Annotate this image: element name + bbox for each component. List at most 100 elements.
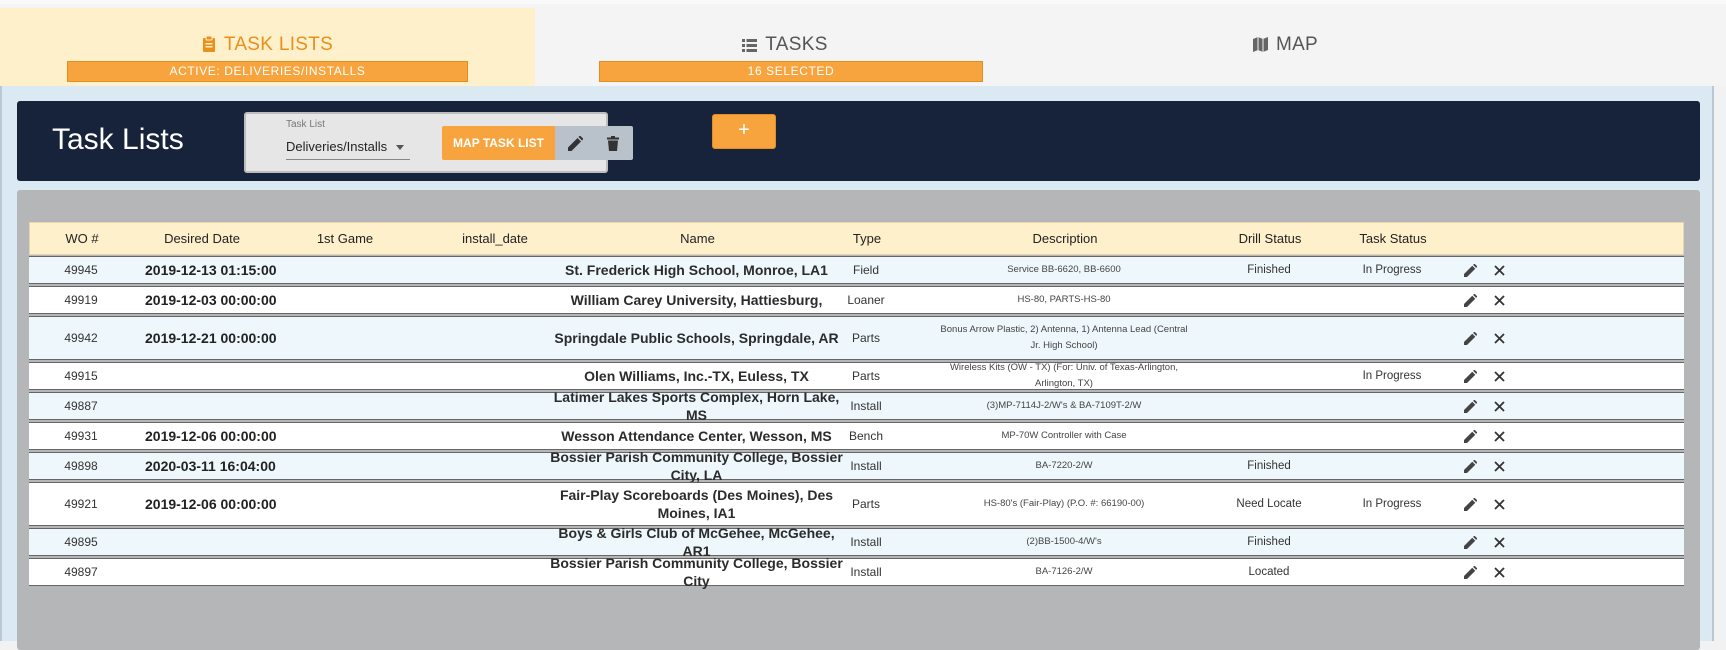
edit-task-button[interactable]	[1459, 363, 1481, 389]
description-cell: Wireless Kits (OW - TX) (For: Univ. of T…	[949, 362, 1179, 389]
name-cell: Bossier Parish Community College, Bossie…	[550, 449, 843, 483]
close-icon	[1493, 536, 1505, 548]
edit-task-button[interactable]	[1459, 393, 1481, 419]
drill-status-cell	[1224, 423, 1314, 449]
remove-task-button[interactable]	[1488, 287, 1510, 313]
remove-task-button[interactable]	[1488, 453, 1510, 479]
type-cell: Install	[850, 399, 882, 413]
first-game-cell	[304, 363, 384, 389]
edit-task-button[interactable]	[1459, 559, 1481, 585]
close-icon	[1493, 460, 1505, 472]
edit-task-button[interactable]	[1459, 317, 1481, 359]
active-task-list-badge: ACTIVE: DELIVERIES/INSTALLS	[67, 61, 468, 82]
remove-task-button[interactable]	[1488, 559, 1510, 585]
table-row[interactable]: 49919 2019-12-03 00:00:00 William Carey Un…	[29, 286, 1684, 314]
column-header-install-date[interactable]: install_date	[445, 223, 545, 254]
remove-task-button[interactable]	[1488, 363, 1510, 389]
delete-task-list-button[interactable]	[595, 126, 631, 160]
task-status-cell	[1342, 287, 1442, 313]
pencil-icon	[1463, 459, 1477, 473]
pencil-icon	[1463, 263, 1477, 277]
close-icon	[1493, 430, 1505, 442]
edit-task-button[interactable]	[1459, 529, 1481, 555]
table-row[interactable]: 49915 Olen Williams, Inc.-TX, Euless, TX P…	[29, 362, 1684, 390]
task-table-panel: WO # Desired Date 1st Game install_date …	[17, 190, 1700, 650]
pencil-icon	[1463, 429, 1477, 443]
table-row[interactable]: 49921 2019-12-06 00:00:00 Fair-Play Scoreb…	[29, 482, 1684, 526]
pencil-icon	[1463, 535, 1477, 549]
install-date-cell	[444, 529, 544, 555]
name-cell: Wesson Attendance Center, Wesson, MS	[561, 428, 832, 444]
task-status-cell	[1342, 423, 1442, 449]
column-header-type[interactable]: Type	[837, 223, 897, 254]
remove-task-button[interactable]	[1488, 483, 1510, 525]
desired-date-cell	[145, 529, 295, 555]
task-status-cell	[1342, 529, 1442, 555]
table-row[interactable]: 49895 Boys & Girls Club of McGehee, McGeh…	[29, 525, 1684, 559]
task-status-cell	[1342, 393, 1442, 419]
drill-status-cell: Located	[1248, 566, 1290, 578]
table-header: WO # Desired Date 1st Game install_date …	[29, 222, 1684, 255]
description-cell: HS-80's (Fair-Play) (P.O. #: 66190-00)	[983, 498, 1145, 509]
task-status-cell: In Progress	[1362, 370, 1422, 382]
table-row[interactable]: 49887 Latimer Lakes Sports Complex, Horn …	[29, 389, 1684, 423]
task-list-actions	[555, 126, 633, 160]
install-date-cell	[444, 287, 544, 313]
task-status-cell	[1342, 453, 1442, 479]
desired-date-cell	[145, 363, 295, 389]
description-cell: (3)MP-7114J-2/W's & BA-7109T-2/W	[986, 400, 1142, 411]
tab-map[interactable]: MAP	[1035, 8, 1726, 90]
install-date-cell	[444, 317, 544, 359]
remove-task-button[interactable]	[1488, 257, 1510, 283]
map-task-list-button[interactable]: MAP TASK LIST	[442, 126, 555, 160]
table-row[interactable]: 49897 Bossier Parish Community College, B…	[29, 555, 1684, 589]
close-icon	[1493, 332, 1505, 344]
task-list-select-value: Deliveries/Installs	[286, 139, 388, 154]
column-header-first-game[interactable]: 1st Game	[305, 223, 385, 254]
type-cell: Parts	[851, 497, 880, 511]
table-row[interactable]: 49898 2020-03-11 16:04:00 Bossier Parish C…	[29, 449, 1684, 483]
column-header-description[interactable]: Description	[995, 223, 1135, 254]
remove-task-button[interactable]	[1488, 393, 1510, 419]
remove-task-button[interactable]	[1488, 317, 1510, 359]
description-cell: MP-70W Controller with Case	[1001, 430, 1127, 441]
chevron-down-icon	[396, 145, 404, 150]
edit-task-button[interactable]	[1459, 483, 1481, 525]
column-header-desired-date[interactable]: Desired Date	[152, 223, 252, 254]
remove-task-button[interactable]	[1488, 423, 1510, 449]
desired-date-cell: 2019-12-21 00:00:00	[145, 330, 277, 346]
remove-task-button[interactable]	[1488, 529, 1510, 555]
task-list-selector-group: Task List Deliveries/Installs MAP TASK L…	[244, 112, 633, 173]
edit-task-button[interactable]	[1459, 257, 1481, 283]
first-game-cell	[304, 529, 384, 555]
column-header-wo[interactable]: WO #	[52, 223, 112, 254]
description-cell: BA-7220-2/W	[1035, 460, 1093, 471]
close-icon	[1493, 294, 1505, 306]
column-header-task-status[interactable]: Task Status	[1348, 223, 1438, 254]
type-cell: Parts	[851, 331, 880, 345]
add-task-list-button[interactable]: +	[712, 114, 776, 149]
list-icon	[742, 36, 758, 58]
table-row[interactable]: 49931 2019-12-06 00:00:00 Wesson Attendanc…	[29, 422, 1684, 450]
desired-date-cell: 2019-12-03 00:00:00	[145, 292, 277, 308]
edit-task-button[interactable]	[1459, 453, 1481, 479]
edit-task-list-button[interactable]	[557, 126, 593, 160]
edit-task-button[interactable]	[1459, 287, 1481, 313]
column-header-name[interactable]: Name	[590, 223, 805, 254]
first-game-cell	[304, 483, 384, 525]
task-list-select[interactable]: Deliveries/Installs	[286, 136, 410, 160]
column-header-drill-status[interactable]: Drill Status	[1225, 223, 1315, 254]
pencil-icon	[567, 135, 583, 151]
close-icon	[1493, 498, 1505, 510]
wo-cell: 49945	[64, 263, 98, 277]
table-row[interactable]: 49945 2019-12-13 01:15:00 St. Frederick Hi…	[29, 256, 1684, 284]
table-row[interactable]: 49942 2019-12-21 00:00:00 Springdale Publi…	[29, 316, 1684, 360]
edit-task-button[interactable]	[1459, 423, 1481, 449]
type-cell: Install	[850, 535, 882, 549]
description-cell: BA-7126-2/W	[1035, 566, 1093, 577]
description-cell: Service BB-6620, BB-6600	[1007, 264, 1121, 275]
tab-task-lists[interactable]: TASK LISTS ACTIVE: DELIVERIES/INSTALLS	[0, 8, 535, 90]
drill-status-cell	[1224, 363, 1314, 389]
first-game-cell	[304, 287, 384, 313]
tab-tasks-label: TASKS	[765, 34, 828, 55]
